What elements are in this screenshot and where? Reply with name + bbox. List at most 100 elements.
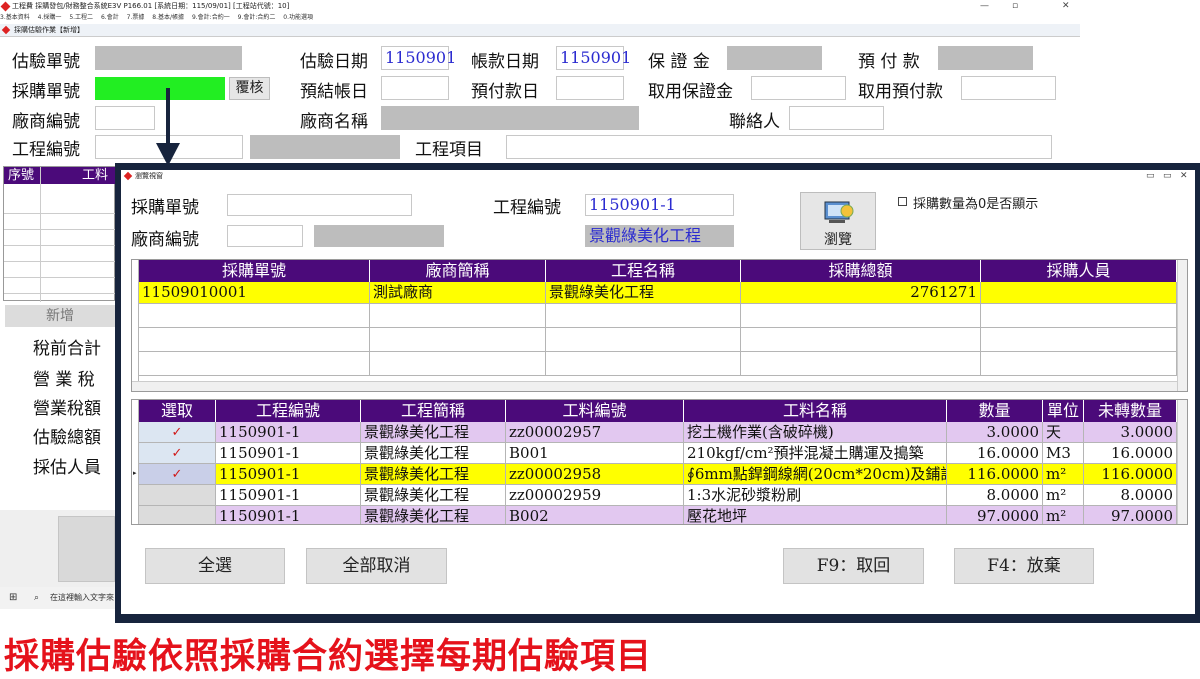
- table-row[interactable]: [4, 279, 115, 294]
- item-cell-qty[interactable]: 116.0000: [947, 464, 1043, 485]
- f9-retrieve-button[interactable]: F9：取回: [783, 548, 924, 584]
- table-row[interactable]: [139, 328, 370, 352]
- settle-date-field[interactable]: [381, 76, 449, 100]
- item-cell-material-name[interactable]: ∮6mm點銲鋼線網(20cm*20cm)及鋪設: [684, 464, 947, 485]
- po-cell-po-no[interactable]: 11509010001: [139, 282, 370, 304]
- item-cell-proj-short[interactable]: 景觀綠美化工程: [361, 506, 506, 524]
- table-cell[interactable]: [741, 352, 981, 376]
- table-cell[interactable]: [546, 328, 741, 352]
- dialog-po-no-input[interactable]: [227, 194, 412, 216]
- item-header-material-code[interactable]: 工料編號: [506, 400, 684, 422]
- item-cell-proj-short[interactable]: 景觀綠美化工程: [361, 443, 506, 464]
- table-row[interactable]: [4, 199, 115, 214]
- po-grid-scrollbar[interactable]: [1177, 260, 1187, 391]
- windows-start-icon[interactable]: ⊞: [9, 587, 17, 609]
- po-cell-total[interactable]: 2761271: [741, 282, 981, 304]
- item-header-qty[interactable]: 數量: [947, 400, 1043, 422]
- restore-icon[interactable]: ▫: [1012, 0, 1018, 12]
- table-cell[interactable]: [981, 352, 1177, 376]
- item-header-proj-short[interactable]: 工程簡稱: [361, 400, 506, 422]
- item-cell-proj-no[interactable]: 1150901-1: [216, 464, 361, 485]
- item-cell-unit[interactable]: M3: [1043, 443, 1084, 464]
- po-cell-buyer[interactable]: [981, 282, 1177, 304]
- po-header-total[interactable]: 採購總額: [741, 260, 981, 282]
- taskbar-search-input[interactable]: 在這裡輸入文字來: [50, 587, 114, 609]
- minimize-icon[interactable]: —: [980, 0, 989, 12]
- item-cell-material-name[interactable]: 1:3水泥砂漿粉刷: [684, 485, 947, 506]
- item-cell-unit[interactable]: 天: [1043, 422, 1084, 443]
- item-cell-proj-no[interactable]: 1150901-1: [216, 506, 361, 524]
- menu-item[interactable]: 9.會計:合約二: [238, 14, 276, 21]
- dialog-close-icon[interactable]: ✕: [1180, 170, 1188, 183]
- browse-button[interactable]: 瀏覽: [800, 192, 876, 250]
- search-icon[interactable]: ⌕: [34, 587, 39, 609]
- use-deposit-field[interactable]: [751, 76, 846, 100]
- item-cell-material-name[interactable]: 壓花地坪: [684, 506, 947, 524]
- menu-item[interactable]: 7.票據: [127, 14, 145, 21]
- item-cell-material-name[interactable]: 210kgf/cm²預拌混凝土購運及搗築: [684, 443, 947, 464]
- est-date-field[interactable]: 1150901: [381, 46, 456, 70]
- item-cell-proj-no[interactable]: 1150901-1: [216, 443, 361, 464]
- select-all-button[interactable]: 全選: [145, 548, 285, 584]
- menu-item[interactable]: 3.基本資料: [0, 14, 30, 21]
- table-row[interactable]: [4, 231, 115, 246]
- table-cell[interactable]: [981, 304, 1177, 328]
- cancel-all-button[interactable]: 全部取消: [306, 548, 447, 584]
- zero-qty-checkbox[interactable]: [898, 197, 907, 206]
- menu-item[interactable]: 5.工程二: [69, 14, 93, 21]
- table-row[interactable]: [139, 304, 370, 328]
- item-cell-proj-short[interactable]: 景觀綠美化工程: [361, 464, 506, 485]
- item-header-select[interactable]: 選取: [139, 400, 216, 422]
- table-row[interactable]: [4, 215, 115, 230]
- menu-item[interactable]: 6.會計: [101, 14, 119, 21]
- po-header-buyer[interactable]: 採購人員: [981, 260, 1177, 282]
- est-no-field[interactable]: [95, 46, 242, 70]
- po-grid-hscrollbar[interactable]: [132, 381, 1177, 391]
- item-cell-qty[interactable]: 8.0000: [947, 485, 1043, 506]
- item-grid-scrollbar[interactable]: [1177, 400, 1187, 524]
- po-cell-proj-name[interactable]: 景觀綠美化工程: [546, 282, 741, 304]
- close-icon[interactable]: ✕: [1062, 0, 1070, 12]
- item-cell-material-code[interactable]: zz00002957: [506, 422, 684, 443]
- dialog-minimize-icon[interactable]: ▭: [1146, 170, 1155, 183]
- menu-item[interactable]: 9.會計:合約一: [192, 14, 230, 21]
- item-cell-proj-no[interactable]: 1150901-1: [216, 485, 361, 506]
- item-cell-unit[interactable]: m²: [1043, 464, 1084, 485]
- table-cell[interactable]: [741, 328, 981, 352]
- vendor-no-field[interactable]: [95, 106, 155, 130]
- table-row[interactable]: [4, 247, 115, 262]
- dialog-restore-icon[interactable]: ▭: [1163, 170, 1172, 183]
- item-cell-proj-no[interactable]: 1150901-1: [216, 422, 361, 443]
- table-row[interactable]: [4, 263, 115, 278]
- table-cell[interactable]: [546, 352, 741, 376]
- po-header-vendor[interactable]: 廠商簡稱: [370, 260, 546, 282]
- recheck-button[interactable]: 覆核: [229, 77, 270, 100]
- vendor-name-field[interactable]: [381, 106, 639, 130]
- table-cell[interactable]: [370, 352, 546, 376]
- item-cell-qty[interactable]: 3.0000: [947, 422, 1043, 443]
- row-select-checkbox[interactable]: ✓: [139, 422, 216, 443]
- contact-field[interactable]: [789, 106, 884, 130]
- item-cell-proj-short[interactable]: 景觀綠美化工程: [361, 485, 506, 506]
- prepay-field[interactable]: [938, 46, 1033, 70]
- pay-date-field[interactable]: 1150901: [556, 46, 631, 70]
- dialog-vendor-no-input[interactable]: [227, 225, 303, 247]
- proj-item-field[interactable]: [506, 135, 1052, 159]
- menu-item[interactable]: 8.基本/帳據: [152, 14, 184, 21]
- menu-item[interactable]: 0.功能選項: [283, 14, 313, 21]
- item-cell-material-code[interactable]: zz00002959: [506, 485, 684, 506]
- f4-abandon-button[interactable]: F4：放棄: [954, 548, 1094, 584]
- po-header-proj-name[interactable]: 工程名稱: [546, 260, 741, 282]
- table-cell[interactable]: [546, 304, 741, 328]
- item-cell-material-name[interactable]: 挖土機作業(含破碎機): [684, 422, 947, 443]
- item-cell-unit[interactable]: m²: [1043, 485, 1084, 506]
- dialog-proj-no-input[interactable]: 1150901-1: [585, 194, 734, 216]
- use-prepay-field[interactable]: [961, 76, 1056, 100]
- item-cell-remaining[interactable]: 16.0000: [1084, 443, 1177, 464]
- item-cell-material-code[interactable]: zz00002958: [506, 464, 684, 485]
- item-header-material-name[interactable]: 工料名稱: [684, 400, 947, 422]
- row-select-checkbox[interactable]: ✓: [139, 443, 216, 464]
- row-select-checkbox[interactable]: [139, 485, 216, 506]
- item-cell-remaining[interactable]: 3.0000: [1084, 422, 1177, 443]
- proj-name-field[interactable]: [250, 135, 400, 159]
